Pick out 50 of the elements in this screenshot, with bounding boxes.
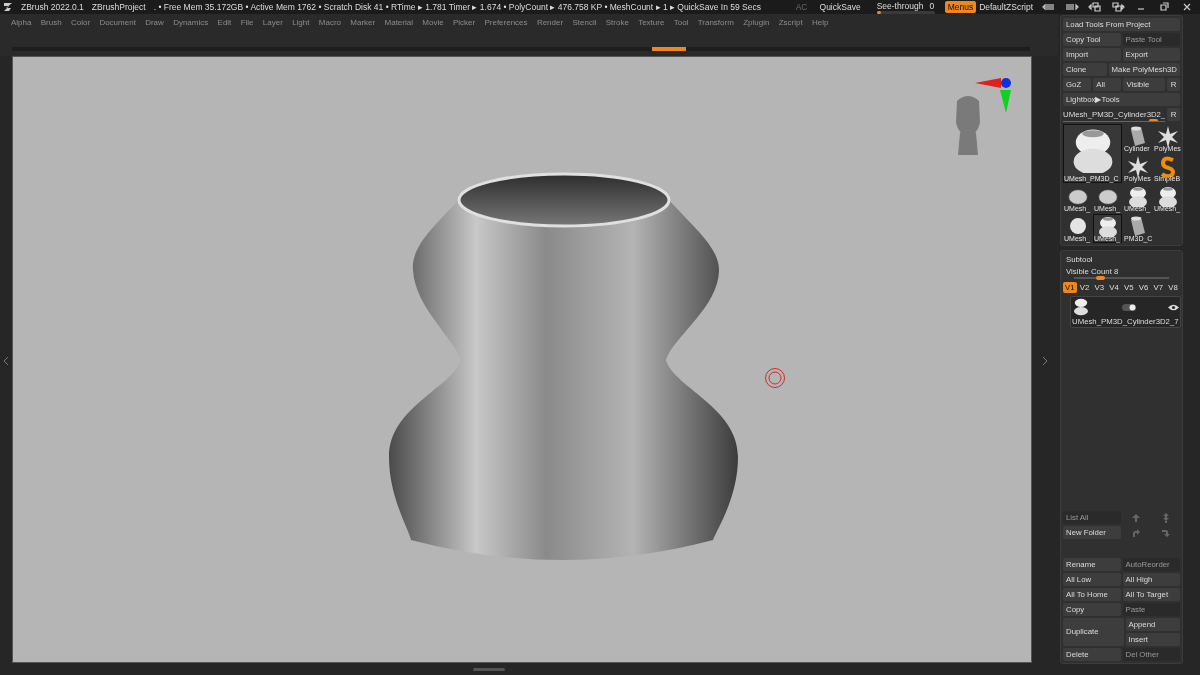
menu-item[interactable]: Tool: [673, 17, 689, 27]
menu-item[interactable]: Zscript: [778, 17, 803, 27]
menu-item[interactable]: Transform: [697, 17, 734, 27]
menu-item[interactable]: Edit: [217, 17, 232, 27]
axis-gizmo-icon[interactable]: [975, 77, 1013, 113]
layout-left-icon[interactable]: [1042, 2, 1056, 12]
slider-thumb[interactable]: [1095, 276, 1105, 280]
script-name[interactable]: DefaultZScript: [979, 2, 1033, 12]
eye-icon[interactable]: [1167, 303, 1179, 311]
toggle-icon[interactable]: [1121, 303, 1136, 311]
brush-cursor-icon: [764, 367, 786, 389]
menu-item[interactable]: Light: [292, 17, 310, 27]
menu-item[interactable]: Document: [99, 17, 136, 27]
window-stack-icon[interactable]: [1088, 2, 1102, 12]
app-title: ZBrush 2022.0.1: [21, 2, 84, 12]
menu-item[interactable]: Color: [70, 17, 91, 27]
arrow-up-icon: [1131, 512, 1142, 523]
window-stack-icon[interactable]: [1111, 2, 1125, 12]
logo-icon: [3, 2, 13, 12]
menu-item[interactable]: Picker: [452, 17, 476, 27]
maximize-icon[interactable]: [1157, 2, 1171, 12]
menu-item[interactable]: Draw: [145, 17, 164, 27]
turn-down-icon: [1161, 527, 1172, 538]
vase-thumbnail-icon: [1072, 298, 1090, 316]
layout-right-icon[interactable]: [1065, 2, 1079, 12]
resize-handle[interactable]: [473, 668, 505, 671]
status-text: . • Free Mem 35.172GB • Active Mem 1762 • Scratch Disk 41 • RTime ▸ 1.781 Timer ▸ 1.674 • PolyCount ▸ 476.758 KP • MeshCount ▸ 1 ▸ QuickSave In 59 Secs: [153, 2, 761, 12]
menu-item[interactable]: Stencil: [572, 17, 597, 27]
arrow-up-double-icon: [1161, 512, 1172, 523]
menu-item[interactable]: Dynamics: [173, 17, 209, 27]
menu-item[interactable]: Help: [811, 17, 829, 27]
turn-right-icon: [1131, 527, 1142, 538]
see-through-label: See-through: [876, 0, 924, 11]
menu-item[interactable]: Render: [536, 17, 564, 27]
menu-item[interactable]: Macro: [318, 17, 342, 27]
quicksave-button[interactable]: QuickSave: [819, 2, 861, 12]
menu-item[interactable]: Stroke: [605, 17, 629, 27]
menu-item[interactable]: Material: [384, 17, 413, 27]
menu-item[interactable]: Zplugin: [743, 17, 770, 27]
menu-item[interactable]: Brush: [40, 17, 62, 27]
menus-toggle[interactable]: Menus: [944, 1, 977, 13]
menu-item[interactable]: Layer: [262, 17, 283, 27]
menu-item[interactable]: Movie: [422, 17, 444, 27]
menu-item[interactable]: Alpha: [11, 17, 32, 27]
menu-item[interactable]: Preferences: [484, 17, 528, 27]
project-name: ZBrushProject: [91, 2, 146, 12]
menu-item[interactable]: Marker: [350, 17, 376, 27]
see-through-value: 0: [929, 0, 935, 11]
menu-item[interactable]: File: [240, 17, 254, 27]
menu-item[interactable]: Texture: [638, 17, 665, 27]
